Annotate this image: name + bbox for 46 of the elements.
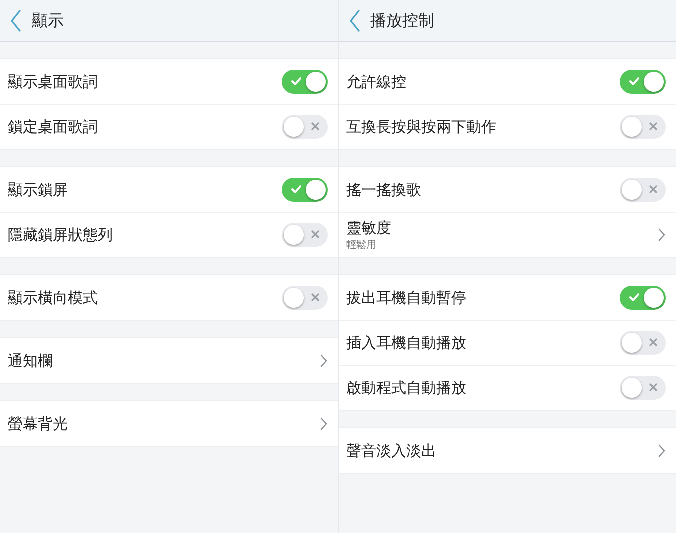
toggle-switch[interactable] (282, 286, 328, 310)
toggle-switch[interactable] (620, 331, 666, 355)
close-icon (310, 230, 320, 239)
back-icon[interactable] (10, 10, 22, 32)
toggle-switch[interactable] (282, 178, 328, 202)
setting-label: 靈敏度 (346, 218, 392, 236)
back-icon[interactable] (348, 10, 360, 32)
setting-label: 聲音淡入淡出 (346, 442, 436, 460)
setting-label: 顯示桌面歌詞 (8, 72, 98, 90)
close-icon (649, 184, 658, 194)
check-icon (290, 184, 302, 194)
screen-title: 播放控制 (370, 10, 434, 32)
close-icon (649, 122, 658, 131)
setting-label: 通知欄 (8, 352, 53, 370)
close-icon (310, 292, 320, 302)
chevron-right-icon (320, 354, 328, 368)
check-icon (629, 292, 640, 302)
setting-label: 插入耳機自動播放 (346, 334, 466, 352)
close-icon (649, 338, 658, 347)
setting-label: 隱藏鎖屏狀態列 (8, 226, 113, 244)
toggle-switch[interactable] (620, 178, 666, 202)
setting-label: 顯示橫向模式 (8, 288, 98, 306)
close-icon (310, 122, 320, 131)
setting-label: 互換長按與按兩下動作 (346, 118, 496, 136)
toggle-switch[interactable] (282, 70, 328, 94)
toggle-switch[interactable] (282, 115, 328, 139)
setting-label: 拔出耳機自動暫停 (346, 288, 466, 306)
setting-label: 啟動程式自動播放 (346, 379, 466, 397)
setting-label: 搖一搖換歌 (346, 180, 422, 198)
toggle-switch[interactable] (620, 286, 666, 310)
setting-value: 輕鬆用 (346, 240, 378, 252)
toggle-switch[interactable] (620, 115, 666, 139)
check-icon (629, 76, 640, 86)
setting-label: 鎖定桌面歌詞 (8, 118, 98, 136)
setting-label: 允許線控 (346, 72, 406, 90)
toggle-switch[interactable] (282, 223, 328, 247)
toggle-switch[interactable] (620, 376, 666, 400)
screen-title: 顯示 (32, 10, 64, 32)
chevron-right-icon (658, 444, 666, 458)
check-icon (290, 76, 302, 86)
close-icon (649, 383, 658, 392)
toggle-switch[interactable] (620, 70, 666, 94)
chevron-right-icon (320, 416, 328, 430)
setting-label: 顯示鎖屏 (8, 180, 68, 198)
chevron-right-icon (658, 228, 666, 242)
setting-label: 螢幕背光 (8, 414, 68, 432)
